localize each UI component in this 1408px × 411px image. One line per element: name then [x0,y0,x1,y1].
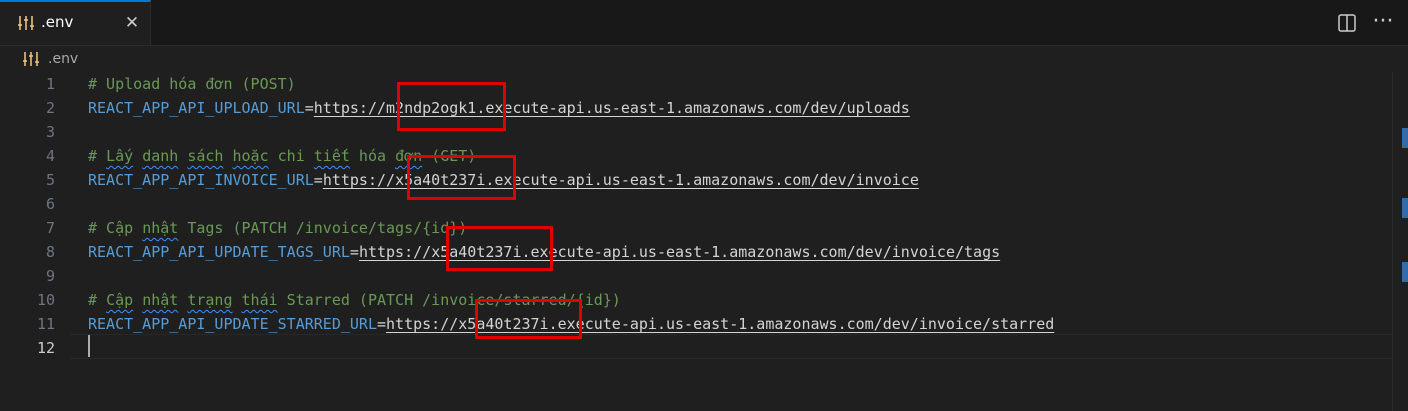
line-number: 6 [45,195,55,213]
spelling-warning[interactable]: nhật [142,291,178,309]
split-editor-icon[interactable] [1337,13,1357,33]
comment-text: # [88,147,107,165]
line-number: 1 [45,75,55,93]
line-number: 5 [45,171,55,189]
scrollbar-marker [1402,128,1408,148]
url-scheme: https:// [386,315,459,333]
env-key: REACT_APP_API_UPLOAD_URL [88,99,305,117]
comment-text: # Cập [88,219,143,237]
url-scheme: https:// [313,99,387,117]
spelling-warning[interactable]: nhật [142,219,178,237]
tab-bar: .env ✕ ··· [0,0,1408,46]
comment-text [178,147,187,165]
line-number: 12 [36,339,55,357]
line-number: 10 [36,291,55,309]
code-line: 9 [0,264,1392,288]
line-number: 11 [36,315,55,333]
more-actions-icon[interactable]: ··· [1368,7,1398,37]
close-icon[interactable]: ✕ [121,12,143,34]
code-line: 6 [0,192,1392,216]
spelling-warning[interactable]: Lấy [106,147,133,165]
comment-text [233,291,242,309]
code-line: 3 [0,120,1392,144]
line-number: 4 [45,147,55,165]
line-number: 3 [45,123,55,141]
line-number: 7 [45,219,55,237]
line-number: 8 [45,243,55,261]
url-rest: .execute-api.us-east-1.amazonaws.com/dev… [548,315,1055,333]
comment-text [178,291,187,309]
breadcrumb-file[interactable]: .env [48,51,78,67]
url-rest: .execute-api.us-east-1.amazonaws.com/dev… [521,243,1001,261]
spelling-warning[interactable]: trạng [187,291,232,309]
equals-sign: = [349,243,359,261]
comment-text: hóa [349,147,396,165]
url-rest: .execute-api.us-east-1.amazonaws.com/dev… [476,99,910,117]
scrollbar-marker [1402,262,1408,282]
spelling-warning[interactable]: tiết [314,147,350,165]
line-number: 2 [45,99,55,117]
spelling-warning[interactable]: thái [242,291,278,309]
settings-sliders-icon [23,52,39,66]
url-scheme: https:// [322,171,396,189]
env-key: REACT_APP_API_INVOICE_URL [88,171,314,189]
text-cursor [88,335,90,357]
tab-label: .env [41,13,74,31]
code-comment: # Upload hóa đơn (POST) [88,75,296,93]
tab-env[interactable]: .env ✕ [0,0,151,45]
code-line: 5 REACT_APP_API_INVOICE_URL=https://x5a4… [0,168,1392,192]
settings-sliders-icon [18,16,34,30]
highlight-box [446,226,553,271]
code-line: 4 # Lấy danh sách hoặc chi tiết hóa đơn … [0,144,1392,168]
code-line: 12 [0,336,1392,360]
vertical-scrollbar[interactable] [1392,72,1408,411]
spelling-warning[interactable]: danh [142,147,178,165]
code-line: 8 REACT_APP_API_UPDATE_TAGS_URL=https://… [0,240,1392,264]
url-rest: .execute-api.us-east-1.amazonaws.com/dev… [485,171,919,189]
url-scheme: https:// [358,243,432,261]
spelling-warning[interactable]: hoặc [233,147,269,165]
code-line: 7 # Cập nhật Tags (PATCH /invoice/tags/{… [0,216,1392,240]
code-line: 2 REACT_APP_API_UPLOAD_URL=https://m2ndp… [0,96,1392,120]
comment-text: # [88,291,107,309]
code-editor[interactable]: 1 # Upload hóa đơn (POST) 2 REACT_APP_AP… [0,72,1408,411]
highlight-box [407,155,516,200]
line-number: 9 [45,267,55,285]
highlight-box [475,299,582,339]
code-comment: # Cập nhật Tags (PATCH /invoice/tags/{id… [88,216,467,240]
equals-sign: = [376,315,387,333]
scrollbar-marker [1402,198,1408,218]
equals-sign: = [304,99,314,117]
comment-text [133,147,142,165]
spelling-warning[interactable]: Cập [106,291,133,309]
breadcrumb: .env [0,46,1408,70]
comment-text [223,147,232,165]
code-line: 11 REACT_APP_API_UPDATE_STARRED_URL=http… [0,312,1392,336]
code-line: 1 # Upload hóa đơn (POST) [0,72,1392,96]
comment-text: chi [268,147,314,165]
highlight-box [397,82,506,131]
comment-text [133,291,142,309]
comment-text: Tags (PATCH /invoice/tags/{id}) [178,219,468,237]
equals-sign: = [313,171,323,189]
env-key: REACT_APP_API_UPDATE_TAGS_URL [88,243,350,261]
spelling-warning[interactable]: sách [187,147,223,165]
env-key: REACT_APP_API_UPDATE_STARRED_URL [88,315,377,333]
code-line: 10 # Cập nhật trạng thái Starred (PATCH … [0,288,1392,312]
